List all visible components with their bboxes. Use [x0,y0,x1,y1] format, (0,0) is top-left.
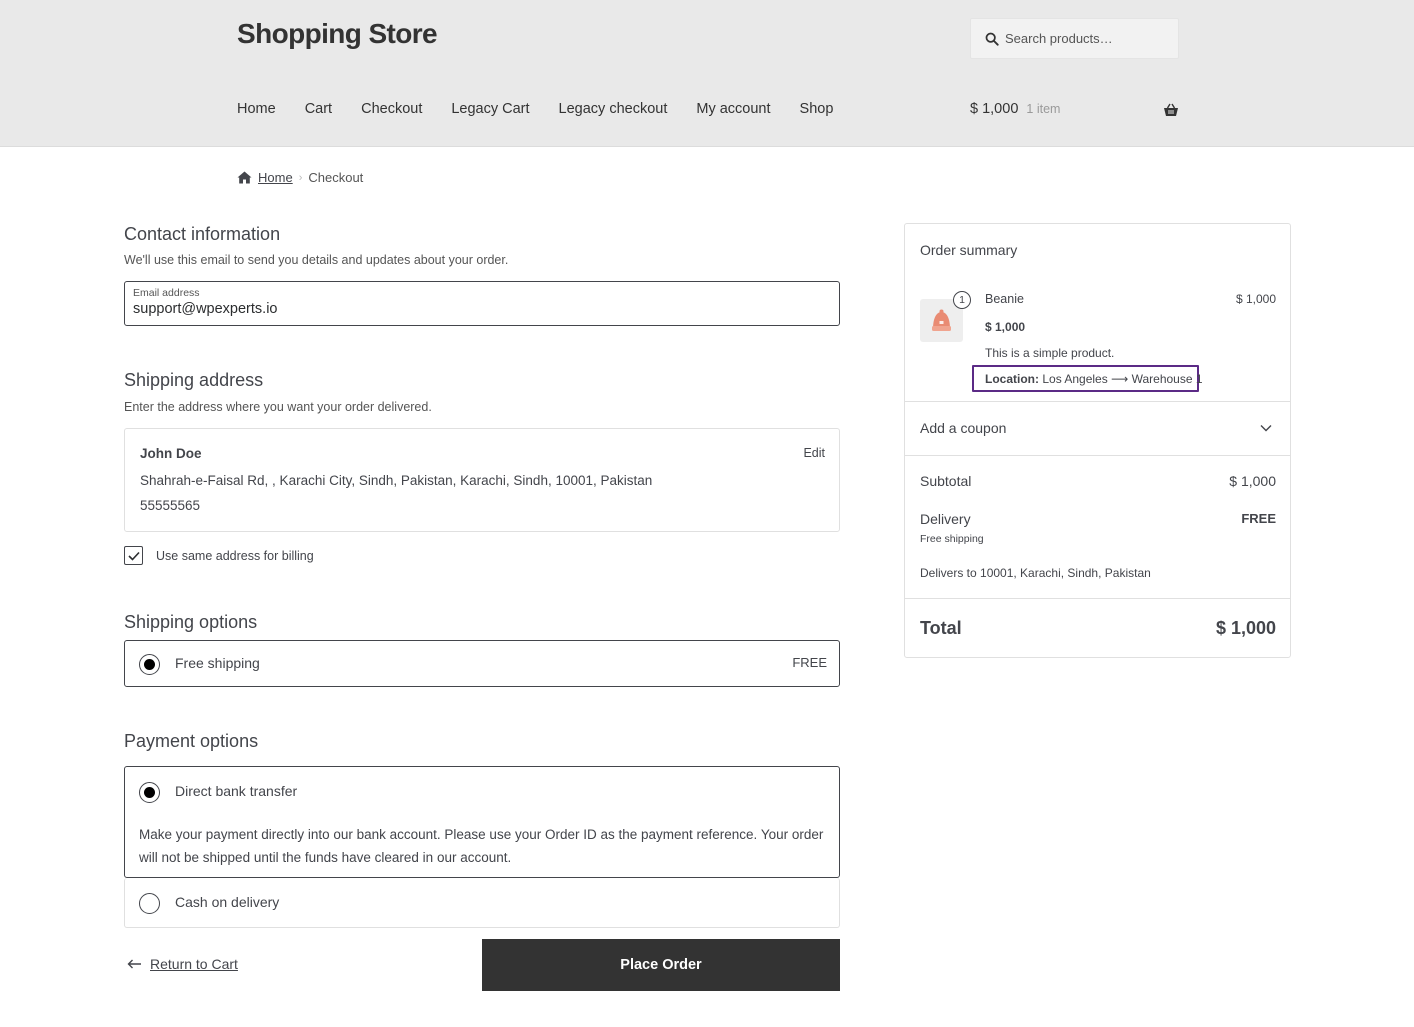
item-location-highlight: Location: Los Angeles ⟶ Warehouse 1 [972,365,1203,392]
nav-my-account[interactable]: My account [696,101,770,117]
header-cart[interactable]: $ 1,000 1 item [970,101,1179,117]
return-to-cart-label: Return to Cart [150,956,238,972]
checkmark-icon [127,551,140,561]
email-value[interactable]: support@wpexperts.io [133,301,831,317]
email-field[interactable]: Email address support@wpexperts.io [124,281,840,326]
same-billing-checkbox-row[interactable]: Use same address for billing [124,546,314,565]
item-unit-price: $ 1,000 [985,320,1026,334]
email-label: Email address [133,287,200,299]
item-location-label: Location: [985,372,1039,386]
edit-address-button[interactable]: Edit [803,446,825,460]
return-to-cart-link[interactable]: Return to Cart [127,956,238,972]
total-label: Total [920,618,962,638]
breadcrumb-current: Checkout [308,170,364,185]
address-phone: 55555565 [140,498,201,513]
search-icon [985,32,999,46]
cod-label: Cash on delivery [175,894,280,910]
breadcrumb-home-link[interactable]: Home [258,170,293,185]
chevron-right-icon: › [298,171,303,184]
add-coupon-toggle[interactable]: Add a coupon [920,420,1006,436]
contact-description: We'll use this email to send you details… [124,253,509,267]
nav-legacy-checkout[interactable]: Legacy checkout [559,101,668,117]
search-input[interactable] [1005,31,1175,46]
cod-radio[interactable] [139,893,160,914]
delivery-method: Free shipping [920,533,984,545]
address-line: Shahrah-e-Faisal Rd, , Karachi City, Sin… [140,473,653,488]
shipping-option-radio[interactable] [139,654,160,675]
nav-shop[interactable]: Shop [800,101,834,117]
subtotal-label: Subtotal [920,473,972,489]
bank-transfer-description-line2: will not be shipped until the funds have… [139,850,512,865]
contact-title: Contact information [124,224,281,244]
bank-transfer-label: Direct bank transfer [175,783,298,799]
shipping-option-label: Free shipping [175,655,260,671]
nav-home[interactable]: Home [237,101,276,117]
summary-divider [905,455,1290,456]
payment-option-cod[interactable]: Cash on delivery [124,878,840,928]
item-location: Location: Los Angeles ⟶ Warehouse 1 [985,372,1203,386]
summary-divider [905,401,1290,402]
order-summary: Order summary 1 Beanie $ 1,000 $ 1,000 T… [904,223,1291,658]
header-cart-total: $ 1,000 [970,101,1019,117]
bank-transfer-description-line1: Make your payment directly into our bank… [139,827,824,842]
breadcrumb: Home › Checkout [237,170,363,185]
nav-checkout[interactable]: Checkout [361,101,422,117]
item-description: This is a simple product. [985,346,1115,360]
item-location-value: Los Angeles ⟶ Warehouse 1 [1042,372,1203,386]
site-title[interactable]: Shopping Store [237,18,438,50]
chevron-down-icon[interactable] [1260,424,1272,432]
delivery-label: Delivery [920,511,971,527]
place-order-button[interactable]: Place Order [482,939,840,991]
arrow-left-icon [127,959,141,969]
payment-options-title: Payment options [124,731,259,751]
bank-transfer-radio[interactable] [139,782,160,803]
item-line-total: $ 1,000 [1235,292,1276,306]
shipping-address-title: Shipping address [124,370,264,390]
basket-icon [1164,103,1178,116]
shipping-options-title: Shipping options [124,612,258,632]
address-name: John Doe [140,446,202,461]
header-cart-count: 1 item [1026,102,1061,116]
main-nav: Home Cart Checkout Legacy Cart Legacy ch… [237,101,862,117]
nav-legacy-cart[interactable]: Legacy Cart [451,101,529,117]
same-billing-checkbox[interactable] [124,546,143,565]
home-icon [237,171,252,184]
search-box[interactable] [970,18,1179,59]
payment-option-bank[interactable]: Direct bank transfer Make your payment d… [124,766,840,878]
item-name: Beanie [985,292,1024,306]
nav-cart[interactable]: Cart [305,101,332,117]
subtotal-value: $ 1,000 [1229,473,1276,489]
delivers-to: Delivers to 10001, Karachi, Sindh, Pakis… [920,566,1151,580]
site-header: Shopping Store Home Cart Checkout Legacy… [0,0,1414,147]
same-billing-label: Use same address for billing [156,548,314,563]
summary-divider [905,598,1290,599]
delivery-value: FREE [1241,511,1276,526]
shipping-address-description: Enter the address where you want your or… [124,400,432,414]
shipping-option-free[interactable]: Free shipping FREE [124,640,840,687]
address-card: John Doe Shahrah-e-Faisal Rd, , Karachi … [124,428,840,532]
shipping-option-price: FREE [792,655,827,670]
total-value: $ 1,000 [1215,618,1276,638]
order-summary-title: Order summary [920,242,1018,258]
item-quantity-badge: 1 [953,291,971,309]
